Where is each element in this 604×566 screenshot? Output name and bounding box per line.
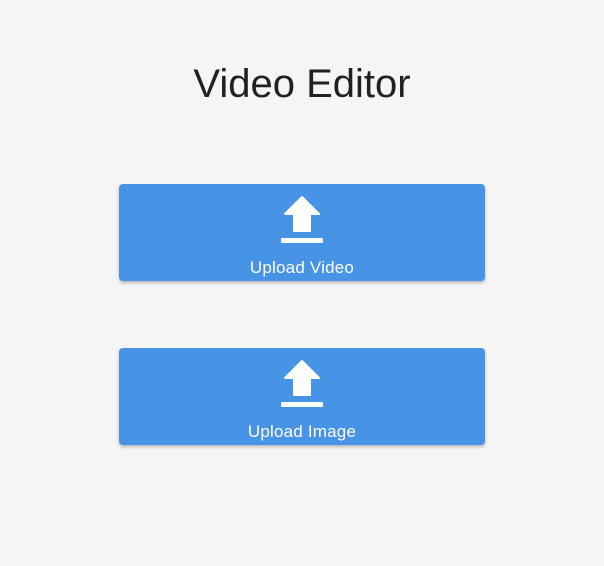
- page-title: Video Editor: [193, 62, 411, 106]
- upload-icon: [281, 196, 323, 243]
- upload-icon: [281, 360, 323, 407]
- upload-video-button[interactable]: Upload Video: [119, 184, 485, 281]
- upload-video-label: Upload Video: [249, 258, 355, 277]
- upload-image-button[interactable]: Upload Image: [119, 348, 485, 445]
- upload-image-label: Upload Image: [247, 422, 357, 441]
